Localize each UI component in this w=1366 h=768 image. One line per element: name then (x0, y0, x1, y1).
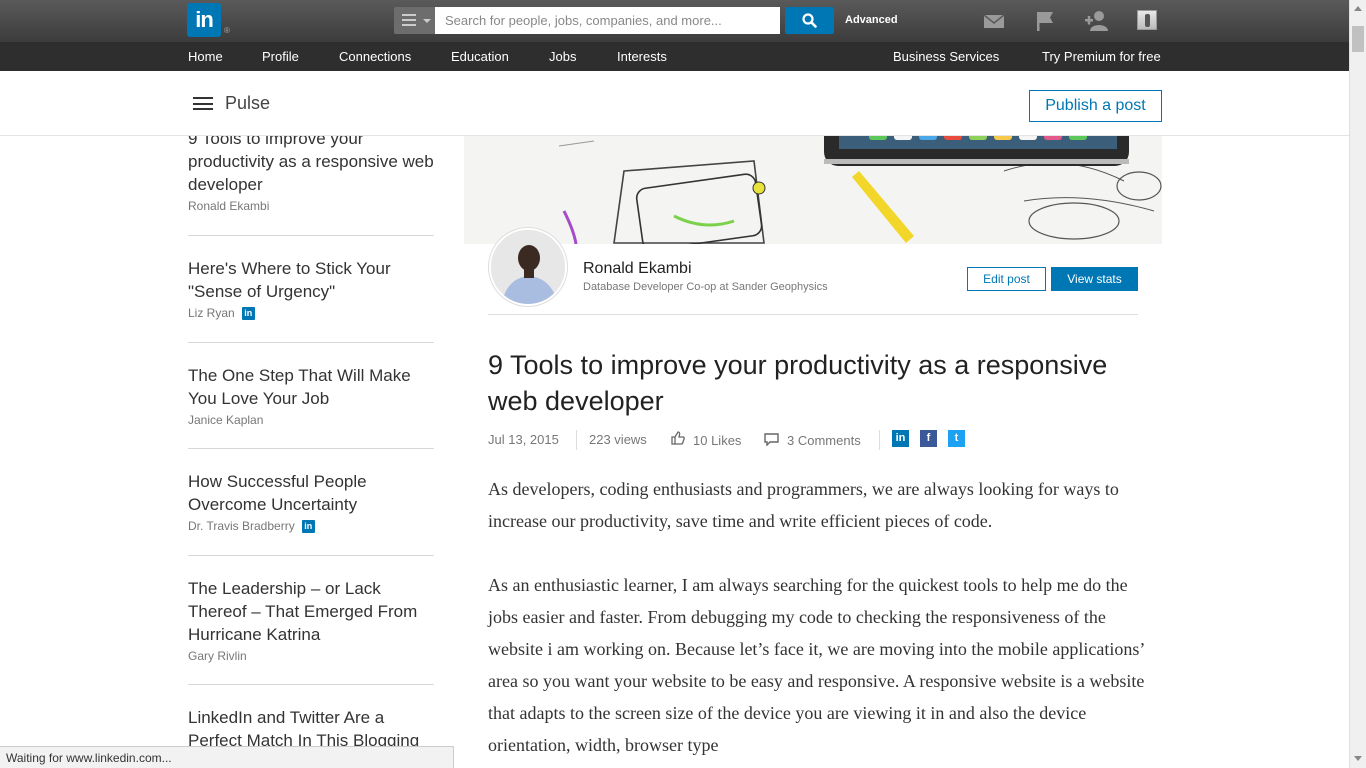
mail-icon[interactable] (983, 9, 1005, 33)
comment-count[interactable]: 3 Comments (787, 433, 861, 448)
scroll-down-arrow-icon[interactable] (1354, 756, 1362, 761)
post-title[interactable]: 9 Tools to improve your productivity as … (188, 127, 434, 196)
chevron-down-icon (423, 19, 431, 23)
nav-profile[interactable]: Profile (262, 49, 299, 64)
author-name[interactable]: Ronald Ekambi (583, 260, 692, 278)
article-title: 9 Tools to improve your productivity as … (488, 350, 1108, 416)
edit-post-button[interactable]: Edit post (967, 267, 1046, 291)
menu-icon[interactable] (193, 97, 213, 110)
author-photo-image (491, 230, 565, 304)
view-stats-button[interactable]: View stats (1051, 267, 1138, 291)
nav-interests[interactable]: Interests (617, 49, 667, 64)
nav-try-premium[interactable]: Try Premium for free (1042, 49, 1161, 64)
nav-education[interactable]: Education (451, 49, 509, 64)
post-title[interactable]: Here's Where to Stick Your "Sense of Urg… (188, 257, 434, 303)
view-count: 223 views (589, 432, 647, 447)
article-paragraph: As an enthusiastic learner, I am always … (488, 575, 1145, 755)
list-item[interactable]: Here's Where to Stick Your "Sense of Urg… (188, 236, 434, 343)
pulse-header: Pulse Publish a post (0, 71, 1349, 136)
add-connection-icon[interactable] (1084, 9, 1110, 33)
main-nav: Home Profile Connections Education Jobs … (0, 42, 1349, 71)
author-avatar[interactable] (489, 228, 567, 306)
scroll-up-arrow-icon[interactable] (1354, 6, 1362, 11)
publish-post-button[interactable]: Publish a post (1029, 90, 1162, 122)
list-icon (402, 14, 416, 26)
nav-connections[interactable]: Connections (339, 49, 411, 64)
nav-home[interactable]: Home (188, 49, 223, 64)
twitter-share-icon[interactable]: t (948, 430, 965, 447)
scrollbar-thumb[interactable] (1352, 26, 1364, 52)
post-author[interactable]: Dr. Travis Bradberry (188, 519, 295, 533)
list-item[interactable]: 9 Tools to improve your productivity as … (188, 127, 434, 236)
divider (488, 314, 1138, 315)
influencer-badge-icon: in (301, 519, 315, 533)
search-input[interactable] (435, 7, 780, 34)
like-count[interactable]: 10 Likes (693, 433, 741, 448)
like-icon[interactable] (671, 431, 685, 445)
search-category-dropdown[interactable] (394, 7, 435, 34)
nav-business-services[interactable]: Business Services (893, 49, 999, 64)
comment-icon[interactable] (764, 433, 779, 446)
advanced-search-link[interactable]: Advanced (845, 14, 898, 26)
post-title[interactable]: How Successful People Overcome Uncertain… (188, 470, 434, 516)
facebook-share-icon[interactable]: f (920, 430, 937, 447)
publish-date: Jul 13, 2015 (488, 432, 559, 447)
post-author[interactable]: Janice Kaplan (188, 413, 263, 427)
related-posts-sidebar: 9 Tools to improve your productivity as … (188, 127, 440, 765)
search-button[interactable] (785, 7, 834, 34)
nav-jobs[interactable]: Jobs (549, 49, 576, 64)
list-item[interactable]: The One Step That Will Make You Love You… (188, 343, 434, 449)
post-author[interactable]: Liz Ryan (188, 306, 235, 320)
pulse-title[interactable]: Pulse (225, 93, 270, 114)
linkedin-share-icon[interactable]: in (892, 430, 909, 447)
list-item[interactable]: The Leadership – or Lack Thereof – That … (188, 556, 434, 685)
search-icon (802, 13, 817, 28)
registered-mark: ® (224, 26, 230, 35)
top-bar: in ® Advanced (0, 0, 1349, 42)
post-author[interactable]: Gary Rivlin (188, 649, 247, 663)
browser-status-bar: Waiting for www.linkedin.com... (0, 746, 454, 768)
influencer-badge-icon: in (241, 306, 255, 320)
profile-avatar[interactable] (1137, 10, 1157, 30)
article-paragraph: As developers, coding enthusiasts and pr… (488, 479, 1119, 531)
list-item[interactable]: How Successful People Overcome Uncertain… (188, 449, 434, 556)
divider (576, 430, 577, 450)
divider (879, 430, 880, 450)
post-title[interactable]: The Leadership – or Lack Thereof – That … (188, 577, 434, 646)
author-headline: Database Developer Co-op at Sander Geoph… (583, 281, 828, 293)
post-title[interactable]: The One Step That Will Make You Love You… (188, 364, 434, 410)
page-scrollbar[interactable] (1349, 0, 1366, 768)
flag-icon[interactable] (1034, 9, 1056, 33)
post-author[interactable]: Ronald Ekambi (188, 199, 269, 213)
linkedin-logo[interactable]: in (187, 3, 221, 37)
